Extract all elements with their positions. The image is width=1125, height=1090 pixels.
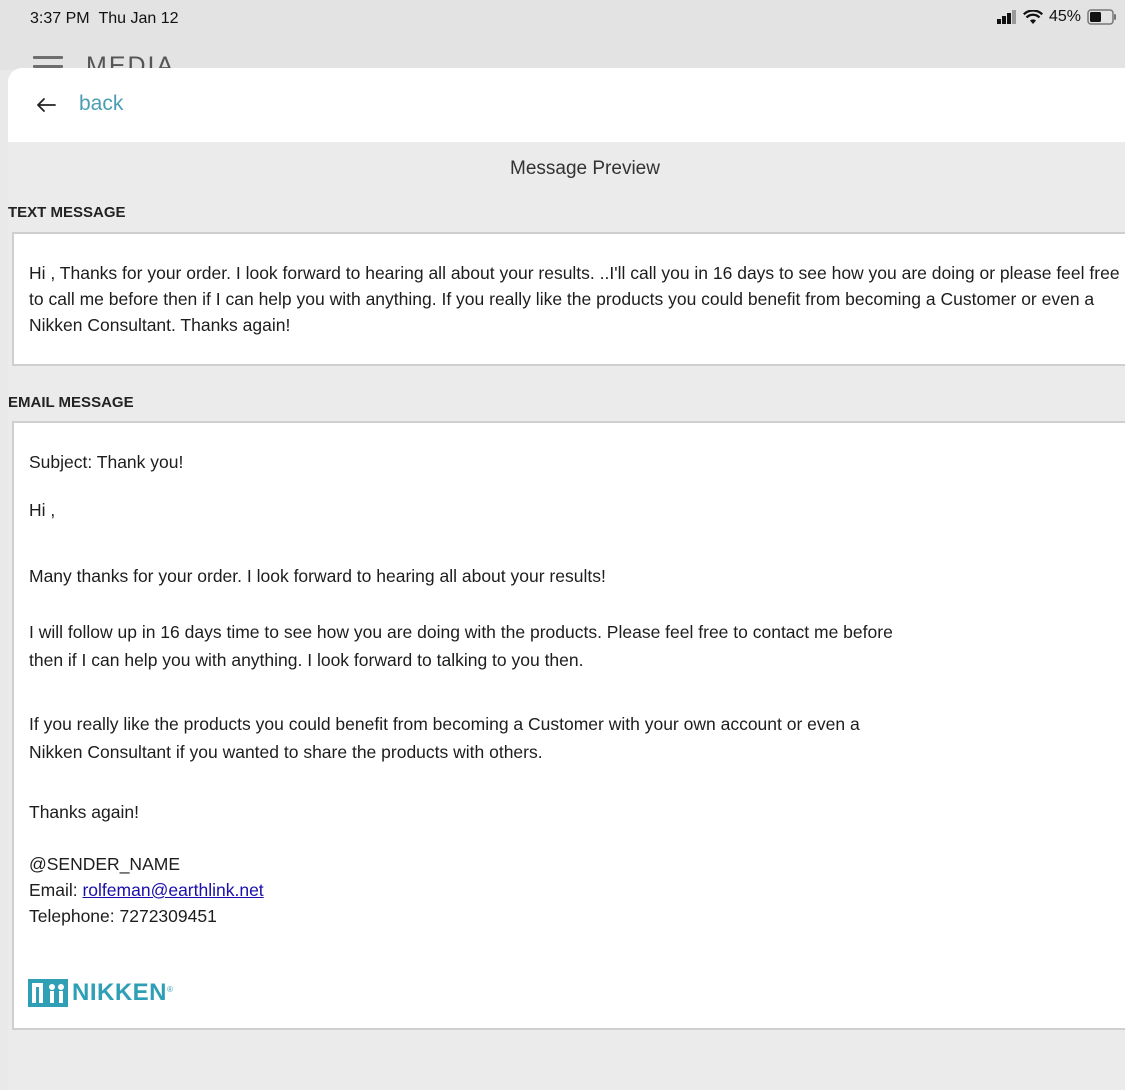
wifi-icon	[1022, 9, 1043, 24]
email-paragraph-3-line-2: Nikken Consultant if you wanted to share…	[29, 742, 543, 762]
status-indicators: 45%	[996, 8, 1117, 26]
status-bar: 3:37 PM Thu Jan 12 45%	[0, 0, 1125, 40]
email-address-link[interactable]: rolfeman@earthlink.net	[82, 880, 263, 900]
email-message-box: Subject: Thank you! Hi , Many thanks for…	[12, 421, 1125, 1030]
message-preview-sheet: back Message Preview TEXT MESSAGE Hi , T…	[8, 68, 1125, 1090]
email-paragraph-1: Many thanks for your order. I look forwa…	[29, 566, 606, 586]
signal-icon	[996, 10, 1016, 24]
email-paragraph-3-line-1: If you really like the products you coul…	[29, 714, 860, 734]
text-message-box: Hi , Thanks for your order. I look forwa…	[12, 232, 1125, 366]
background-app-header: MEDIA	[0, 40, 1125, 70]
email-telephone: Telephone: 7272309451	[29, 906, 217, 926]
page-title: Message Preview	[510, 158, 660, 179]
email-paragraph-2-line-1: I will follow up in 16 days time to see …	[29, 622, 893, 642]
battery-icon	[1087, 9, 1116, 25]
text-message-body: Hi , Thanks for your order. I look forwa…	[29, 263, 1120, 335]
email-greeting: Hi ,	[29, 500, 56, 520]
nikken-logo-mark-icon	[28, 979, 68, 1007]
email-message-label: EMAIL MESSAGE	[8, 394, 134, 411]
email-subject: Subject: Thank you!	[29, 452, 184, 472]
status-time: 3:37 PM Thu Jan 12	[30, 10, 179, 28]
battery-percent: 45%	[1048, 8, 1081, 25]
arrow-left-icon[interactable]	[36, 95, 56, 115]
email-paragraph-2-line-2: then if I can help you with anything. I …	[29, 650, 584, 670]
email-closing: Thanks again!	[29, 802, 139, 822]
navigation-bar: back	[8, 68, 1125, 142]
email-contact-label: Email:	[29, 880, 83, 900]
text-message-label: TEXT MESSAGE	[8, 204, 126, 221]
status-date-value: Thu Jan 12	[98, 10, 179, 27]
back-button[interactable]: back	[79, 92, 123, 116]
email-contact-line: Email: rolfeman@earthlink.net	[29, 877, 264, 903]
nikken-logo-text: NIKKEN	[72, 979, 168, 1006]
status-time-value: 3:37 PM	[30, 10, 90, 27]
email-sender-name: @SENDER_NAME	[29, 854, 180, 874]
nikken-logo: NIKKEN ®	[28, 979, 173, 1007]
nikken-logo-registered-mark: ®	[167, 985, 173, 994]
